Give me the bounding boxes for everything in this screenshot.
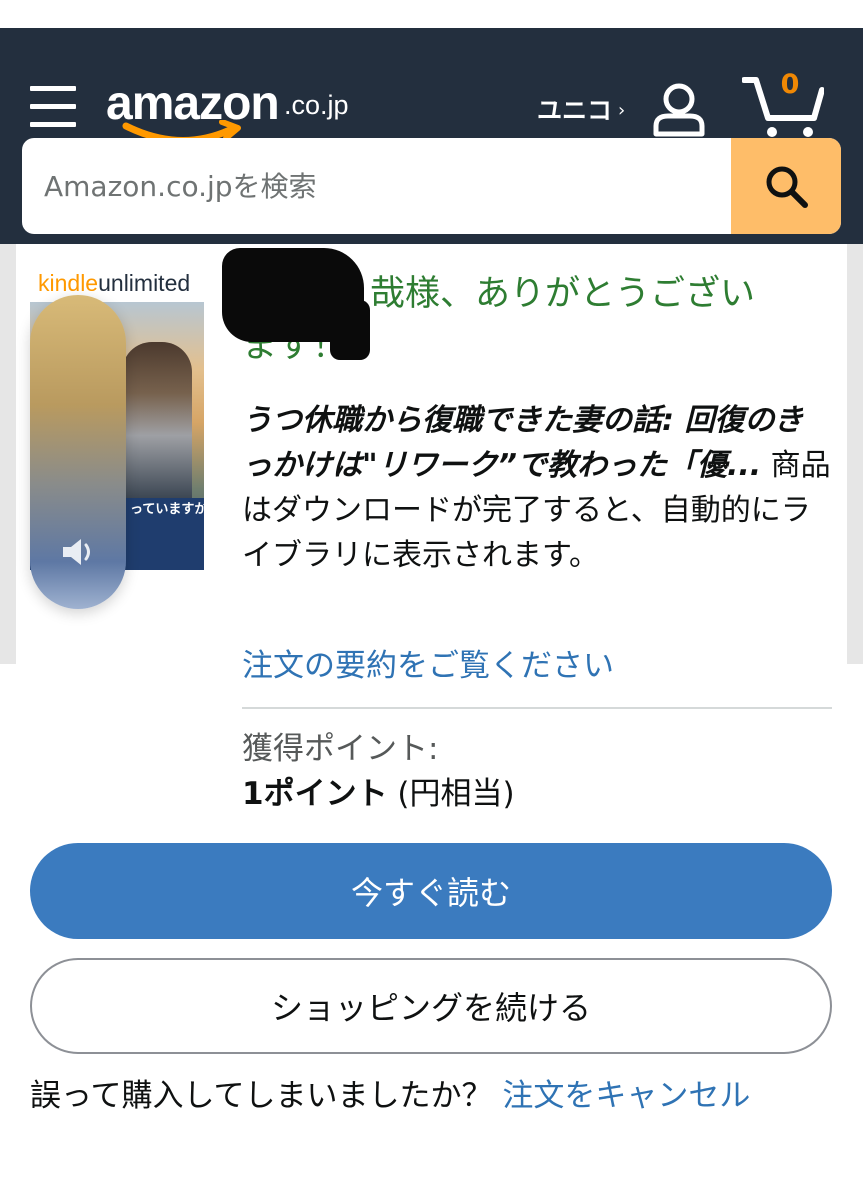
read-now-button[interactable]: 今すぐ読む: [30, 843, 832, 939]
cancel-question: 誤って購入してしまいましたか？: [30, 1078, 503, 1114]
points-value: 1ポイント (円相当): [242, 772, 515, 816]
chevron-right-icon: ›: [618, 100, 626, 121]
account-link[interactable]: ユニコ ›: [537, 94, 625, 128]
divider: [242, 707, 832, 709]
cancel-order-prompt: 誤って購入してしまいましたか？ 注文をキャンセル: [30, 1072, 830, 1120]
user-icon[interactable]: [650, 80, 708, 138]
cart-count-badge: 0: [780, 69, 800, 100]
search-icon: [766, 166, 808, 208]
order-summary-link[interactable]: 注文の要約をご覧ください: [242, 644, 614, 688]
status-area: [0, 0, 863, 28]
cancel-order-link[interactable]: 注文をキャンセル: [502, 1078, 750, 1114]
page-edge-shadow: [847, 244, 863, 664]
search-button[interactable]: [731, 138, 841, 234]
menu-icon[interactable]: [30, 86, 76, 128]
kindle-unlimited-badge: kindleunlimited: [38, 268, 190, 298]
page-edge-shadow: [0, 244, 16, 664]
search-bar: [22, 138, 841, 234]
order-confirmation-text: うつ休職から復職できた妻の話: 回復のきっかけは"リワーク”で教わった「優...…: [242, 398, 832, 578]
redaction-mark: [330, 300, 370, 360]
badge-kindle-text: kindle: [38, 270, 99, 296]
badge-unlimited-text: unlimited: [98, 270, 191, 296]
account-name: ユニコ: [537, 96, 613, 125]
points-equivalent: (円相当): [387, 776, 515, 812]
logo-domain: .co.jp: [284, 90, 349, 120]
continue-shopping-button[interactable]: ショッピングを続ける: [30, 958, 832, 1054]
points-label: 獲得ポイント:: [242, 731, 439, 767]
cover-illustration: [122, 342, 192, 512]
cover-text: っていますか?: [130, 502, 204, 517]
search-input[interactable]: [22, 138, 730, 234]
speaker-icon: [63, 539, 90, 565]
floating-sound-control[interactable]: [30, 295, 126, 609]
points-amount: 1ポイント: [242, 776, 388, 812]
book-title: うつ休職から復職できた妻の話: 回復のきっかけは"リワーク”で教わった「優...: [242, 403, 804, 483]
